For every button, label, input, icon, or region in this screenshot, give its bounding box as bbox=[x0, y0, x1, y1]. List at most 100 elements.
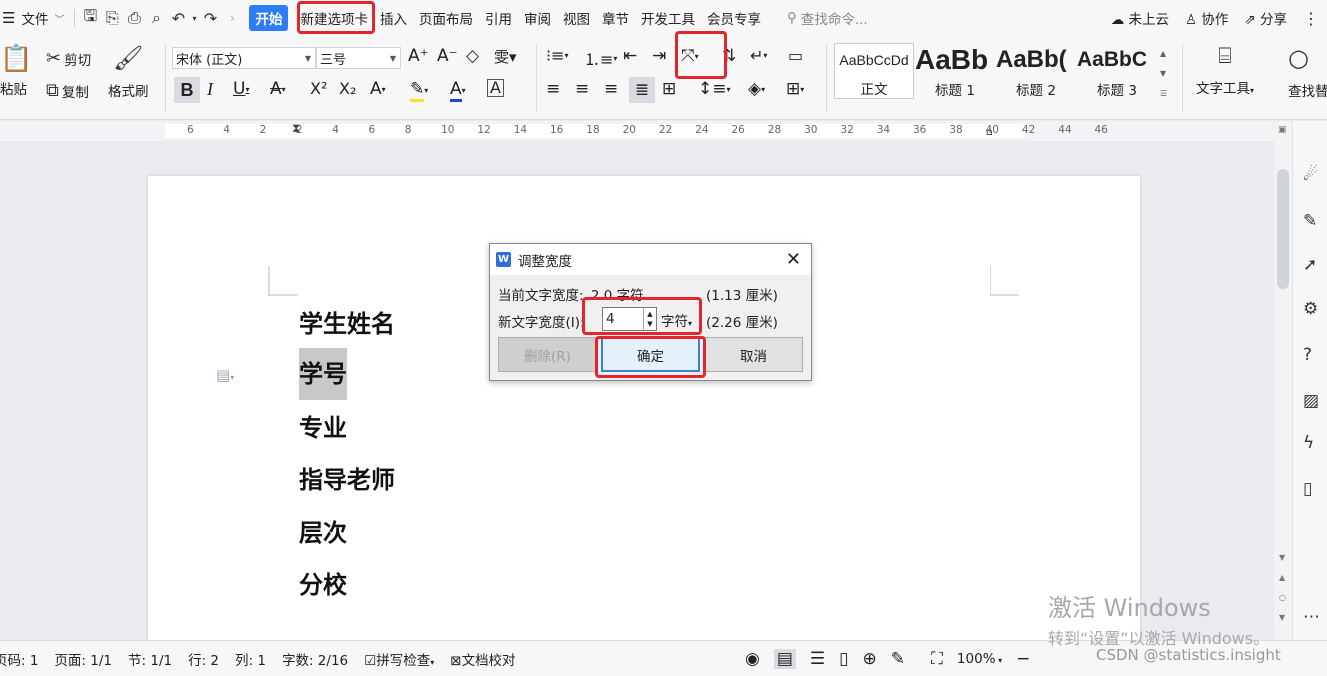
style-heading-3[interactable]: AaBbC 标题 3 bbox=[1077, 43, 1157, 99]
more-options-icon[interactable]: ⋮ bbox=[1303, 9, 1319, 28]
tab-sections[interactable]: 章节 bbox=[596, 0, 635, 36]
dialog-titlebar[interactable]: W 调整宽度 ✕ bbox=[490, 244, 811, 275]
command-search[interactable]: ⚲ 查找命令... bbox=[787, 8, 927, 28]
collab-button[interactable]: ♙ 协作 bbox=[1185, 8, 1228, 28]
status-page-code[interactable]: 页码: 1 bbox=[0, 649, 46, 669]
settings-sliders-icon[interactable]: ⚙ bbox=[1303, 299, 1318, 319]
styles-scroll[interactable]: ▲ ▼ ☰ bbox=[1160, 44, 1167, 104]
style-normal[interactable]: AaBbCcDd 正文 bbox=[834, 43, 914, 99]
bold-button[interactable]: B bbox=[174, 77, 200, 103]
spinner-buttons[interactable]: ▲ ▼ bbox=[643, 308, 656, 330]
share-button[interactable]: ⇗ 分享 bbox=[1244, 8, 1287, 28]
book-icon[interactable]: ▯ bbox=[1303, 479, 1312, 499]
align-right-icon[interactable]: ≡ bbox=[604, 79, 618, 99]
phonetic-guide-icon[interactable]: 雯▾ bbox=[494, 46, 517, 67]
eye-protect-icon[interactable]: ◉ bbox=[745, 649, 760, 669]
more-icon[interactable]: › bbox=[221, 0, 243, 36]
cursor-icon[interactable]: ➚ bbox=[1303, 255, 1317, 275]
page-view-icon[interactable]: ▤ bbox=[773, 649, 796, 669]
cloud-status[interactable]: ☁ 未上云 bbox=[1111, 8, 1169, 28]
shrink-font-button[interactable]: A⁻ bbox=[437, 46, 458, 66]
doc-line[interactable]: 分校 bbox=[299, 565, 347, 600]
spin-up-icon[interactable]: ▲ bbox=[647, 309, 652, 319]
close-icon[interactable]: ✕ bbox=[786, 249, 801, 270]
spin-down-icon[interactable]: ▼ bbox=[647, 319, 652, 329]
font-name-select[interactable]: 宋体 (正文) ▼ bbox=[172, 47, 316, 69]
numbering-icon[interactable]: ⒈≡ ▾ bbox=[584, 46, 617, 70]
font-size-select[interactable]: 三号 ▼ bbox=[316, 47, 401, 69]
write-view-icon[interactable]: ✎ bbox=[891, 649, 905, 669]
prev-page-icon[interactable]: ▲ bbox=[1279, 573, 1285, 582]
tab-references[interactable]: 引用 bbox=[479, 0, 518, 36]
increase-indent-icon[interactable]: ⇥ bbox=[652, 46, 666, 66]
vertical-scrollbar[interactable]: ▣ ▼ ▲ ○ ▼ bbox=[1274, 121, 1292, 640]
justify-icon[interactable]: ≣ bbox=[629, 77, 655, 103]
reading-view-icon[interactable]: ▯ bbox=[839, 649, 848, 669]
tab-new[interactable]: 新建选项卡 bbox=[294, 0, 374, 36]
print-preview-icon[interactable]: ⌕ bbox=[145, 0, 167, 36]
right-indent-marker[interactable]: ⌂ bbox=[986, 125, 993, 138]
spell-check-button[interactable]: ☑拼写检查▾ bbox=[356, 649, 442, 669]
tab-developer[interactable]: 开发工具 bbox=[635, 0, 701, 36]
file-menu[interactable]: ☰ 文件 ﹀ bbox=[0, 0, 70, 36]
ok-button[interactable]: 确定 bbox=[601, 337, 700, 372]
highlight-color-button[interactable]: ✎ ▾ bbox=[410, 79, 428, 102]
decrease-indent-icon[interactable]: ⇤ bbox=[623, 46, 637, 66]
shading-icon[interactable]: ◈ ▾ bbox=[748, 79, 765, 99]
print-icon[interactable]: ⎙ bbox=[123, 0, 145, 36]
status-pages[interactable]: 页面: 1/1 bbox=[46, 649, 120, 669]
export-pdf-icon[interactable]: ⎘ bbox=[101, 0, 123, 36]
zoom-select[interactable]: 100% ▾ bbox=[957, 651, 1002, 667]
scroll-up-icon[interactable]: ▣ bbox=[1278, 125, 1287, 135]
web-view-icon[interactable]: ⊕ bbox=[863, 649, 877, 669]
doc-line[interactable]: 专业 bbox=[299, 408, 347, 443]
underline-button[interactable]: U ▾ bbox=[233, 79, 249, 99]
align-center-icon[interactable]: ≡ bbox=[575, 79, 589, 99]
distributed-align-icon[interactable]: ⊞ bbox=[662, 79, 676, 99]
find-replace-button[interactable]: ○ 查找替 bbox=[1288, 44, 1327, 100]
font-color-button[interactable]: A ▾ bbox=[450, 79, 466, 102]
scroll-down-icon[interactable]: ▼ bbox=[1279, 553, 1285, 562]
italic-button[interactable]: I bbox=[207, 79, 213, 100]
paragraph-layout-icon[interactable]: ▤▾ bbox=[216, 366, 234, 384]
fit-page-icon[interactable]: ⛶ bbox=[931, 649, 943, 669]
doc-line[interactable]: 层次 bbox=[299, 513, 347, 548]
paste-button[interactable]: 📋 粘贴 bbox=[0, 44, 32, 98]
select-browse-icon[interactable]: ○ bbox=[1279, 593, 1286, 602]
document-area[interactable]: 学生姓名 学号 专业 指导老师 层次 分校 ▤▾ bbox=[0, 141, 1280, 640]
new-width-spinner[interactable]: 4 ▲ ▼ bbox=[602, 307, 657, 331]
redo-icon[interactable]: ↷ bbox=[199, 0, 221, 36]
status-col[interactable]: 列: 1 bbox=[227, 649, 274, 669]
delete-button[interactable]: 删除(R) bbox=[498, 337, 597, 372]
outline-view-icon[interactable]: ☰ bbox=[810, 649, 825, 669]
pen-icon[interactable]: ✎ bbox=[1303, 211, 1317, 231]
eraser-icon[interactable]: ◇ bbox=[466, 46, 479, 66]
doc-line[interactable]: 指导老师 bbox=[299, 460, 395, 495]
tab-layout[interactable]: 页面布局 bbox=[413, 0, 479, 36]
tab-insert[interactable]: 插入 bbox=[374, 0, 413, 36]
horizontal-ruler[interactable]: 6 4 2 2 4 6 8 10 12 14 16 18 20 22 24 26 28 30 32 34 36 38 40 4… bbox=[0, 121, 1280, 141]
status-row[interactable]: 行: 2 bbox=[180, 649, 227, 669]
table-ruler-icon[interactable]: ▭ bbox=[788, 46, 803, 65]
help-icon[interactable]: ? bbox=[1303, 345, 1312, 365]
copy-button[interactable]: ⧉ 复制 bbox=[46, 80, 89, 101]
paragraph-mark-icon[interactable]: ↵ ▾ bbox=[750, 46, 767, 65]
style-heading-2[interactable]: AaBb( 标题 2 bbox=[996, 43, 1076, 99]
style-heading-1[interactable]: AaBb 标题 1 bbox=[915, 43, 995, 99]
superscript-button[interactable]: X² bbox=[310, 79, 327, 98]
line-spacing-icon[interactable]: ↕≡ ▾ bbox=[698, 79, 731, 99]
undo-dropdown-icon[interactable]: ▾ bbox=[189, 0, 199, 36]
unit-select[interactable]: 字符▾ bbox=[661, 310, 692, 330]
bullets-icon[interactable]: ⁝≡ ▾ bbox=[546, 46, 569, 65]
proofread-button[interactable]: ⊠文档校对 bbox=[442, 649, 523, 669]
assistant-icon[interactable]: ☄ bbox=[1303, 165, 1318, 185]
more-icon[interactable]: ⋯ bbox=[1303, 607, 1320, 627]
grow-font-button[interactable]: A⁺ bbox=[408, 46, 429, 66]
borders-icon[interactable]: ⊞ ▾ bbox=[786, 79, 804, 99]
status-words[interactable]: 字数: 2/16 bbox=[274, 649, 356, 669]
subscript-button[interactable]: X₂ bbox=[339, 79, 356, 98]
format-painter-button[interactable]: 🖌 格式刷 bbox=[108, 44, 149, 100]
tab-review[interactable]: 审阅 bbox=[518, 0, 557, 36]
lightning-icon[interactable]: ϟ bbox=[1303, 433, 1314, 453]
tab-home[interactable]: 开始 bbox=[243, 0, 294, 36]
